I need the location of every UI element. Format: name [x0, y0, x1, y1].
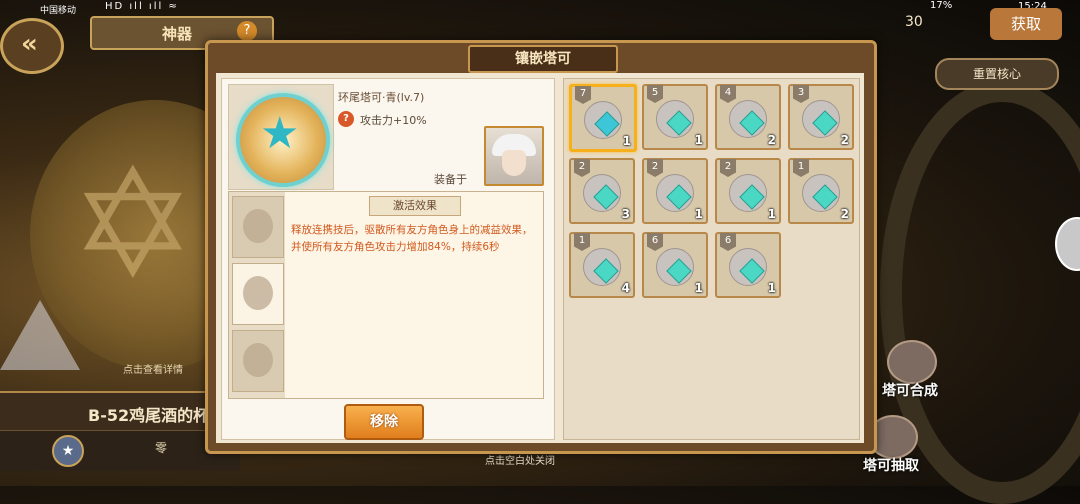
- avatar-face: [502, 150, 526, 176]
- carrier-label: 中国移动: [40, 6, 77, 16]
- get-button[interactable]: 获取: [990, 8, 1062, 40]
- attack-icon: ?: [338, 111, 354, 127]
- quantity-label: 1: [694, 207, 703, 221]
- battery-indicator: 17%: [930, 0, 953, 11]
- quantity-label: 2: [840, 207, 849, 221]
- level-badge: 3: [793, 85, 809, 103]
- effect-thumb-3[interactable]: [232, 330, 284, 392]
- effect-title: 激活效果: [369, 196, 461, 216]
- artifact-tab-label: 神器: [162, 25, 193, 43]
- inlay-taco-dialog: 镶嵌塔可 ★ 环尾塔可·青(lv.7) ? 攻击力+10% 装备于 激活效果 释…: [205, 40, 877, 454]
- activation-effect-box: 激活效果 释放连携技后，驱散所有友方角色身上的减益效果，并使所有友方角色攻击力增…: [228, 191, 544, 399]
- taco-combine-label: 塔可合成: [882, 383, 938, 399]
- effect-thumbnails: [229, 192, 285, 398]
- level-badge: 5: [647, 85, 663, 103]
- dialog-body: ★ 环尾塔可·青(lv.7) ? 攻击力+10% 装备于 激活效果 释放连携技后…: [216, 73, 864, 443]
- taco-slot[interactable]: 12: [788, 158, 854, 224]
- pentagram-icon: ✡: [70, 138, 196, 312]
- taco-attribute: 攻击力+10%: [360, 114, 427, 127]
- taco-slot[interactable]: 51: [642, 84, 708, 150]
- raccoon-icon: [887, 340, 937, 384]
- quantity-label: 2: [767, 133, 776, 147]
- dialog-title: 镶嵌塔可: [468, 45, 618, 73]
- help-icon[interactable]: ?: [237, 21, 257, 41]
- effect-thumb-1[interactable]: [232, 196, 284, 258]
- quantity-label: 1: [694, 281, 703, 295]
- signal-icons: HD ıll ıll ≈: [105, 1, 179, 12]
- level-badge: 6: [647, 233, 663, 251]
- taco-slot[interactable]: 71: [569, 84, 637, 152]
- quantity-label: 1: [694, 133, 703, 147]
- taco-slot[interactable]: 61: [642, 232, 708, 298]
- taco-slot[interactable]: 21: [642, 158, 708, 224]
- raccoon-icon: [243, 276, 273, 310]
- level-badge: 4: [720, 85, 736, 103]
- taco-name: 环尾塔可·青(lv.7): [338, 91, 425, 104]
- level-badge: 1: [793, 159, 809, 177]
- level-badge: 2: [720, 159, 736, 177]
- taco-detail-panel: ★ 环尾塔可·青(lv.7) ? 攻击力+10% 装备于 激活效果 释放连携技后…: [221, 78, 555, 440]
- level-badge: 2: [647, 159, 663, 177]
- quantity-label: 1: [767, 207, 776, 221]
- quantity-label: 4: [621, 281, 630, 295]
- artifact-name-bar: B-52鸡尾酒的杯: [0, 391, 240, 435]
- equipped-character-avatar[interactable]: [484, 126, 544, 186]
- taco-slot[interactable]: 61: [715, 232, 781, 298]
- crystal-decoration: [0, 300, 80, 370]
- equipped-label: 装备于: [434, 173, 467, 186]
- quantity-label: 1: [622, 134, 631, 148]
- resource-count: 30: [905, 14, 923, 30]
- level-badge: 2: [574, 159, 590, 177]
- quantity-label: 1: [767, 281, 776, 295]
- taco-combine-button[interactable]: 塔可合成: [865, 340, 955, 400]
- artifact-name: B-52鸡尾酒的杯: [88, 406, 210, 425]
- taco-icon: ★: [236, 93, 330, 187]
- level-badge: 1: [574, 233, 590, 251]
- taco-inventory-grid: 7151423223212112146161: [563, 78, 860, 440]
- remove-button[interactable]: 移除: [344, 404, 424, 440]
- detail-hint: 点击查看详情: [123, 365, 183, 376]
- reset-core-button[interactable]: 重置核心: [935, 58, 1059, 90]
- taco-icon-frame: ★: [228, 84, 334, 190]
- level-badge: 7: [575, 86, 591, 104]
- quantity-label: 2: [840, 133, 849, 147]
- star-icon: ★: [260, 108, 300, 159]
- quantity-label: 3: [621, 207, 630, 221]
- back-arrow-icon: «: [21, 29, 38, 59]
- taco-slot[interactable]: 42: [715, 84, 781, 150]
- taco-slot[interactable]: 21: [715, 158, 781, 224]
- raccoon-icon: [243, 343, 273, 377]
- dialog-header: 镶嵌塔可: [208, 43, 874, 73]
- taco-slot[interactable]: 32: [788, 84, 854, 150]
- effect-description: 释放连携技后，驱散所有友方角色身上的减益效果，并使所有友方角色攻击力增加84%，…: [291, 224, 533, 253]
- effect-thumb-2[interactable]: [232, 263, 284, 325]
- level-badge: 6: [720, 233, 736, 251]
- back-button[interactable]: «: [0, 18, 64, 74]
- close-hint[interactable]: 点击空白处关闭: [0, 452, 1040, 467]
- taco-slot[interactable]: 14: [569, 232, 635, 298]
- raccoon-icon: [243, 209, 273, 243]
- taco-slot[interactable]: 23: [569, 158, 635, 224]
